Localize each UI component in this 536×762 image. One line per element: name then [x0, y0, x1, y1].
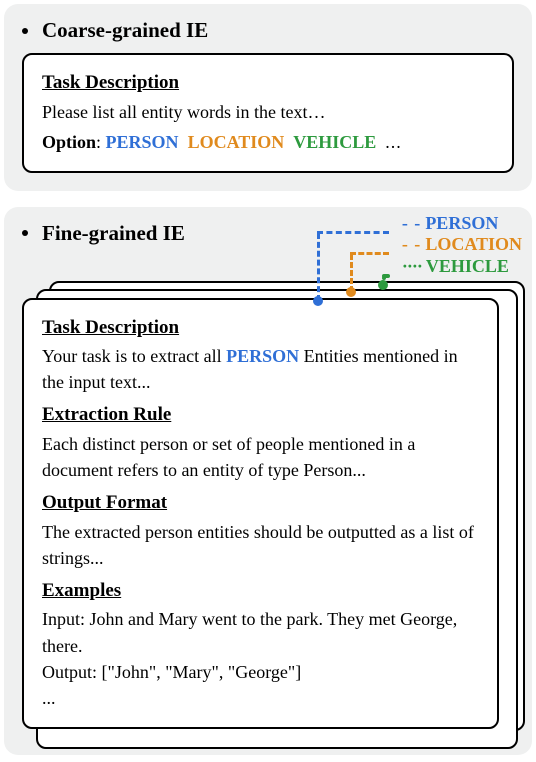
bullet-icon — [22, 230, 28, 236]
option-location: LOCATION — [188, 132, 285, 152]
connector-person-dot — [313, 296, 323, 306]
option-label: Option — [42, 132, 96, 152]
label-location: LOCATION — [425, 234, 522, 256]
coarse-title-row: Coarse-grained IE — [22, 18, 514, 43]
coarse-panel: Coarse-grained IE Task Description Pleas… — [4, 4, 532, 191]
dot-icon: ···· — [402, 256, 422, 278]
coarse-option-line: Option: PERSON LOCATION VEHICLE ... — [42, 129, 494, 155]
connector-location-h — [350, 252, 389, 255]
task-entity: PERSON — [226, 346, 299, 366]
extraction-rule-text: Each distinct person or set of people me… — [42, 431, 479, 483]
example-more: ... — [42, 685, 479, 711]
fine-title: Fine-grained IE — [42, 221, 185, 246]
label-vehicle: VEHICLE — [426, 256, 509, 278]
example-input: Input: John and Mary went to the park. T… — [42, 606, 479, 658]
connector-person-v — [317, 233, 320, 301]
entity-labels-block: - - PERSON - - LOCATION ···· VEHICLE — [402, 213, 522, 278]
coarse-title: Coarse-grained IE — [42, 18, 208, 43]
card-stack: Task Description Your task is to extract… — [22, 298, 514, 729]
label-person: PERSON — [425, 213, 498, 235]
example-output: Output: ["John", "Mary", "George"] — [42, 659, 479, 685]
connector-vehicle-h — [382, 274, 390, 278]
connector-vehicle-dot — [378, 280, 388, 290]
dash-icon: - - — [402, 234, 422, 256]
task-pre: Your task is to extract all — [42, 346, 226, 366]
connector-person-h — [317, 231, 389, 234]
output-format-text: The extracted person entities should be … — [42, 519, 479, 571]
coarse-task-text: Please list all entity words in the text… — [42, 99, 494, 125]
output-format-heading: Output Format — [42, 489, 479, 517]
label-location-row: - - LOCATION — [402, 234, 522, 256]
option-person: PERSON — [106, 132, 179, 152]
coarse-card: Task Description Please list all entity … — [22, 53, 514, 173]
option-more: ... — [385, 132, 402, 152]
dash-icon: - - — [402, 213, 422, 235]
label-person-row: - - PERSON — [402, 213, 522, 235]
task-description-heading: Task Description — [42, 69, 494, 97]
bullet-icon — [22, 28, 28, 34]
examples-heading: Examples — [42, 577, 479, 605]
option-colon: : — [96, 132, 106, 152]
option-vehicle: VEHICLE — [293, 132, 376, 152]
task-description-heading: Task Description — [42, 314, 479, 342]
fine-panel: Fine-grained IE - - PERSON - - LOCATION … — [4, 207, 532, 755]
fine-front-card: Task Description Your task is to extract… — [22, 298, 499, 729]
connector-location-dot — [346, 287, 356, 297]
fine-task-text: Your task is to extract all PERSON Entit… — [42, 343, 479, 395]
extraction-rule-heading: Extraction Rule — [42, 401, 479, 429]
label-vehicle-row: ···· VEHICLE — [402, 256, 522, 278]
